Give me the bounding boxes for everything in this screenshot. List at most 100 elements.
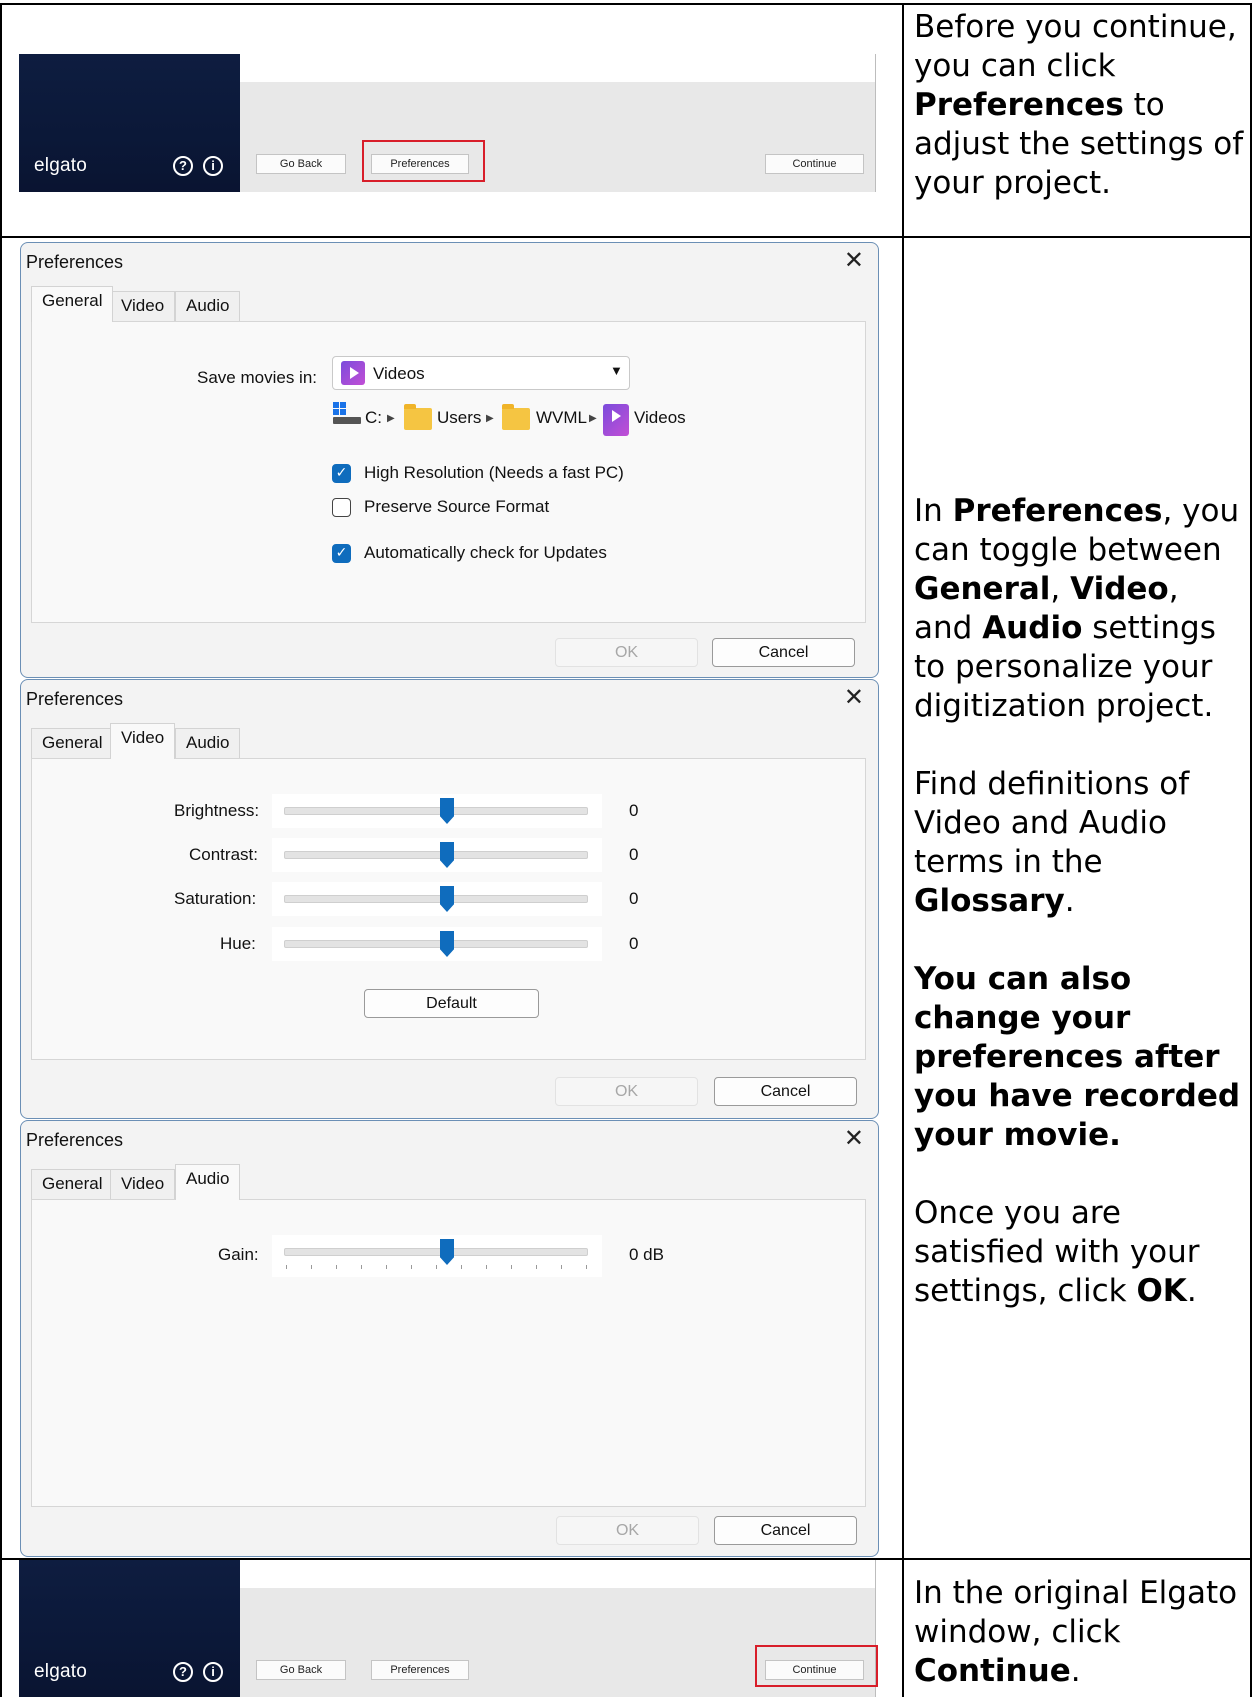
tab-general[interactable]: General bbox=[31, 1169, 114, 1199]
tab-general[interactable]: General bbox=[31, 286, 114, 322]
table-border-top bbox=[0, 3, 1252, 5]
elgato-logo: elgato bbox=[34, 155, 87, 176]
slider-thumb[interactable] bbox=[440, 931, 454, 957]
slider-tick bbox=[286, 1265, 287, 1269]
slider-thumb[interactable] bbox=[440, 886, 454, 912]
tab-video[interactable]: Video bbox=[110, 291, 176, 321]
brightness-label: Brightness: bbox=[174, 801, 260, 820]
slider-tick bbox=[336, 1265, 337, 1269]
brightness-slider[interactable] bbox=[272, 794, 602, 828]
table-column-divider bbox=[902, 3, 904, 1697]
gain-label: Gain: bbox=[218, 1245, 259, 1264]
folder-icon bbox=[404, 404, 432, 430]
path-separator-icon: ▶ bbox=[387, 413, 395, 424]
high-resolution-label: High Resolution (Needs a fast PC) bbox=[364, 463, 624, 482]
path-videos: Videos bbox=[634, 408, 686, 427]
elgato-window-top-area bbox=[240, 1560, 876, 1588]
gain-value: 0 dB bbox=[629, 1245, 664, 1264]
close-icon[interactable]: ✕ bbox=[844, 686, 864, 710]
high-resolution-checkbox[interactable]: ✓ bbox=[332, 464, 351, 483]
preferences-dialog-general: Preferences ✕ General Video Audio Save m… bbox=[20, 242, 879, 678]
slider-tick bbox=[536, 1265, 537, 1269]
slider-tick bbox=[586, 1265, 587, 1269]
preserve-source-checkbox[interactable] bbox=[332, 498, 351, 517]
elgato-logo-panel: elgato ? i bbox=[19, 54, 240, 192]
go-back-button[interactable]: Go Back bbox=[256, 1660, 346, 1680]
help-icon[interactable]: ? bbox=[173, 1662, 193, 1682]
auto-update-label: Automatically check for Updates bbox=[364, 543, 607, 562]
contrast-label: Contrast: bbox=[189, 845, 258, 864]
save-movies-label: Save movies in: bbox=[197, 368, 317, 387]
preserve-source-label: Preserve Source Format bbox=[364, 497, 550, 516]
dialog-title: Preferences bbox=[26, 689, 124, 709]
ok-button[interactable]: OK bbox=[556, 1516, 699, 1545]
elgato-window-top-area bbox=[240, 54, 876, 82]
close-icon[interactable]: ✕ bbox=[844, 1127, 864, 1151]
step2-instructions: In Preferences, you can toggle between G… bbox=[914, 493, 1241, 1309]
info-icon[interactable]: i bbox=[203, 156, 223, 176]
elgato-logo-panel: elgato ? i bbox=[19, 1560, 240, 1697]
cancel-button[interactable]: Cancel bbox=[714, 1077, 857, 1106]
contrast-value: 0 bbox=[629, 845, 639, 864]
slider-tick bbox=[386, 1265, 387, 1269]
close-icon[interactable]: ✕ bbox=[844, 249, 864, 273]
tab-video[interactable]: Video bbox=[110, 723, 176, 759]
hue-slider[interactable] bbox=[272, 927, 602, 961]
preferences-dialog-video: Preferences ✕ General Video Audio Bright… bbox=[20, 679, 879, 1119]
audio-panel: Gain: 0 dB bbox=[31, 1199, 866, 1507]
preferences-highlight bbox=[362, 140, 485, 182]
videos-folder-icon bbox=[603, 404, 629, 436]
path-separator-icon: ▶ bbox=[486, 413, 494, 424]
cancel-button[interactable]: Cancel bbox=[712, 638, 855, 667]
path-separator-icon: ▶ bbox=[589, 413, 597, 424]
elgato-window-bottom: elgato ? i Go Back Preferences Continue bbox=[19, 1560, 876, 1697]
preferences-dialog-audio: Preferences ✕ General Video Audio Gain: … bbox=[20, 1120, 879, 1557]
dialog-title: Preferences bbox=[26, 1130, 124, 1150]
hue-value: 0 bbox=[629, 934, 639, 953]
slider-tick bbox=[361, 1265, 362, 1269]
save-location-value: Videos bbox=[373, 364, 425, 383]
slider-thumb[interactable] bbox=[440, 842, 454, 868]
slider-thumb[interactable] bbox=[440, 1239, 454, 1265]
table-row-divider-1 bbox=[0, 236, 1252, 238]
gain-slider[interactable] bbox=[272, 1235, 602, 1277]
go-back-button[interactable]: Go Back bbox=[256, 154, 346, 174]
path-user-folder: WVML bbox=[536, 408, 587, 427]
default-button[interactable]: Default bbox=[364, 989, 539, 1018]
slider-thumb[interactable] bbox=[440, 798, 454, 824]
slider-tick bbox=[511, 1265, 512, 1269]
videos-folder-icon bbox=[341, 361, 365, 385]
contrast-slider[interactable] bbox=[272, 838, 602, 872]
general-panel: Save movies in: Videos ▼ C: ▶ Users ▶ WV… bbox=[31, 321, 866, 623]
step3-instructions: In the original Elgato window, click Con… bbox=[914, 1575, 1238, 1689]
tab-audio[interactable]: Audio bbox=[175, 291, 241, 321]
auto-update-checkbox[interactable]: ✓ bbox=[332, 544, 351, 563]
elgato-logo: elgato bbox=[34, 1661, 87, 1682]
video-panel: Brightness: 0 Contrast: 0 Saturation: 0 bbox=[31, 758, 866, 1060]
ok-button[interactable]: OK bbox=[555, 1077, 698, 1106]
tab-general[interactable]: General bbox=[31, 728, 114, 758]
slider-tick bbox=[436, 1265, 437, 1269]
continue-button[interactable]: Continue bbox=[765, 154, 864, 174]
cancel-button[interactable]: Cancel bbox=[714, 1516, 857, 1545]
chevron-down-icon[interactable]: ▼ bbox=[610, 363, 623, 378]
save-location-select[interactable]: Videos ▼ bbox=[332, 356, 630, 390]
slider-tick bbox=[411, 1265, 412, 1269]
preferences-button[interactable]: Preferences bbox=[371, 1660, 469, 1680]
tab-video[interactable]: Video bbox=[110, 1169, 176, 1199]
info-icon[interactable]: i bbox=[203, 1662, 223, 1682]
path-users: Users bbox=[437, 408, 482, 427]
drive-icon bbox=[333, 402, 361, 426]
folder-icon bbox=[502, 404, 530, 430]
brightness-value: 0 bbox=[629, 801, 639, 820]
saturation-value: 0 bbox=[629, 889, 639, 908]
help-icon[interactable]: ? bbox=[173, 156, 193, 176]
slider-tick bbox=[486, 1265, 487, 1269]
saturation-slider[interactable] bbox=[272, 882, 602, 916]
tab-audio[interactable]: Audio bbox=[175, 728, 241, 758]
slider-tick bbox=[561, 1265, 562, 1269]
tab-audio[interactable]: Audio bbox=[175, 1164, 241, 1200]
dialog-title: Preferences bbox=[26, 252, 124, 272]
path-drive: C: bbox=[365, 408, 382, 427]
ok-button[interactable]: OK bbox=[555, 638, 698, 667]
